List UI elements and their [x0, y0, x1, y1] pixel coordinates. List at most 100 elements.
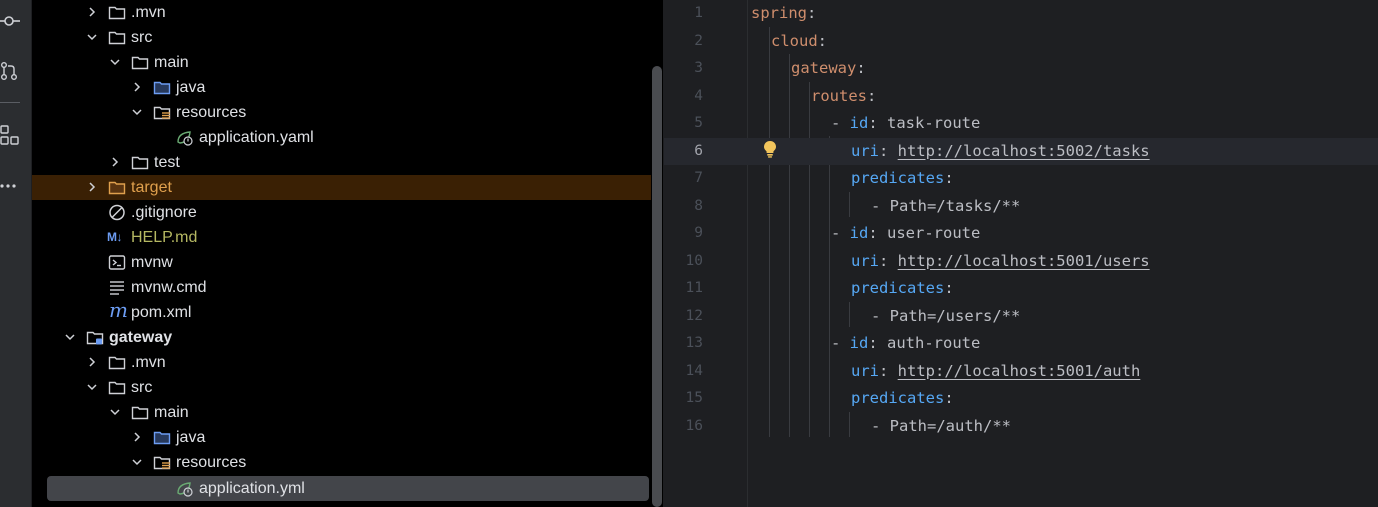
tree-item-label: gateway: [109, 329, 173, 346]
tree-item-help-md[interactable]: M↓ HELP.md: [32, 225, 652, 250]
yaml-key: uri: [851, 141, 879, 160]
line-number: 7: [694, 170, 703, 186]
chevron-down-icon[interactable]: [86, 31, 98, 43]
chevron-down-icon[interactable]: [86, 381, 98, 393]
yaml-colon: :: [867, 86, 877, 105]
chevron-right-icon[interactable]: [86, 356, 98, 368]
tree-item-java[interactable]: java: [32, 425, 652, 450]
tree-item-gateway-module[interactable]: gateway: [32, 325, 652, 350]
code-line: 3 gateway:: [664, 55, 1378, 83]
tree-item-src[interactable]: src: [32, 25, 652, 50]
code-line: 4 routes:: [664, 83, 1378, 111]
tree-item-mvn[interactable]: .mvn: [32, 350, 652, 375]
code-line: 10 uri: http://localhost:5001/users: [664, 248, 1378, 276]
code-line: 11 predicates:: [664, 275, 1378, 303]
chevron-down-icon[interactable]: [109, 406, 121, 418]
chevron-right-icon[interactable]: [109, 156, 121, 168]
tree-item-main[interactable]: main: [32, 50, 652, 75]
yaml-key: predicates: [851, 389, 945, 407]
pull-requests-icon[interactable]: [0, 61, 20, 81]
spring-config-icon: [177, 482, 193, 497]
maven-icon: m: [109, 298, 128, 322]
yaml-url-value[interactable]: http://localhost:5001/users: [898, 252, 1150, 270]
yaml-colon: :: [944, 279, 954, 297]
yaml-key: uri: [851, 361, 879, 380]
tree-item-pom-xml[interactable]: m pom.xml: [32, 298, 652, 325]
yaml-colon: :: [868, 334, 888, 352]
chevron-right-icon[interactable]: [131, 81, 143, 93]
yaml-dash: -: [831, 114, 850, 132]
line-number: 9: [694, 225, 703, 241]
chevron-right-icon[interactable]: [86, 6, 98, 18]
tree-item-src[interactable]: src: [32, 375, 652, 400]
code-line: 13 - id: auth-route: [664, 330, 1378, 358]
chevron-down-icon[interactable]: [131, 106, 143, 118]
tree-scrollbar-thumb[interactable]: [652, 66, 662, 507]
yaml-url-value[interactable]: http://localhost:5002/tasks: [898, 142, 1150, 160]
more-tools-icon[interactable]: [0, 176, 20, 196]
yaml-dash: -: [831, 224, 850, 242]
yaml-dash: -: [871, 196, 890, 215]
yaml-key: predicates: [851, 279, 945, 297]
resources-folder-icon: [153, 456, 171, 470]
line-number: 12: [685, 307, 703, 324]
chevron-right-icon[interactable]: [131, 431, 143, 443]
tree-item-java[interactable]: java: [32, 75, 652, 100]
yaml-colon: :: [856, 59, 866, 77]
tree-item-mvnw[interactable]: mvnw: [32, 250, 652, 275]
code-line: 16 - Path=/auth/**: [664, 413, 1378, 441]
line-number: 16: [685, 417, 703, 434]
yaml-value: Path=/auth/**: [889, 416, 1011, 435]
resources-folder-icon: [153, 106, 171, 120]
yaml-key: routes: [811, 86, 867, 105]
lightbulb-icon[interactable]: [762, 140, 778, 158]
tree-item-resources[interactable]: resources: [32, 100, 652, 125]
tree-item-test[interactable]: test: [32, 150, 652, 175]
module-folder-icon: [86, 331, 104, 345]
yaml-dash: -: [871, 416, 890, 435]
tree-item-resources[interactable]: resources: [32, 450, 652, 475]
tree-item-target[interactable]: target: [32, 175, 663, 200]
tree-item-main[interactable]: main: [32, 400, 652, 425]
yaml-colon: :: [879, 141, 898, 160]
tree-item-gitignore[interactable]: .gitignore: [32, 200, 652, 225]
yaml-key: id: [849, 334, 869, 352]
yaml-colon: :: [879, 251, 898, 270]
yaml-dash: -: [831, 334, 850, 352]
yaml-value: auth-route: [887, 334, 981, 352]
code-line: 5 - id: task-route: [664, 110, 1378, 138]
tree-item-label: test: [154, 154, 180, 171]
yaml-key: uri: [851, 251, 879, 270]
code-line: 1 spring:: [664, 0, 1378, 28]
yaml-url-value[interactable]: http://localhost:5001/auth: [898, 362, 1141, 380]
tree-item-label: main: [154, 404, 189, 421]
chevron-down-icon[interactable]: [64, 331, 76, 343]
activity-bar: [0, 0, 32, 507]
chevron-down-icon[interactable]: [131, 456, 143, 468]
folder-icon: [131, 406, 149, 420]
tree-item-label: mvnw.cmd: [131, 279, 207, 296]
tree-item-label: application.yml: [199, 480, 305, 497]
tree-item-mvn[interactable]: .mvn: [32, 0, 652, 25]
folder-icon: [108, 381, 126, 395]
tree-item-application-yaml[interactable]: application.yaml: [32, 125, 652, 150]
yaml-value: Path=/tasks/**: [889, 196, 1021, 215]
line-number: 2: [694, 32, 703, 49]
tree-item-label: HELP.md: [131, 229, 198, 246]
tree-item-label: mvnw: [131, 254, 173, 271]
yaml-key: cloud: [771, 31, 818, 50]
yaml-colon: :: [944, 169, 954, 187]
line-number: 10: [685, 252, 703, 269]
yaml-key: id: [849, 224, 869, 242]
tree-item-mvnw-cmd[interactable]: mvnw.cmd: [32, 275, 652, 300]
code-editor[interactable]: 1 spring: 2 cloud: 3 gateway: 4 routes: …: [664, 0, 1378, 507]
tree-item-application-yml[interactable]: application.yml: [47, 476, 649, 501]
commit-icon[interactable]: [0, 11, 20, 31]
code-line: 9 - id: user-route: [664, 220, 1378, 248]
line-number: 14: [685, 362, 703, 379]
source-folder-icon: [153, 81, 171, 95]
chevron-right-icon[interactable]: [86, 181, 98, 193]
structure-icon[interactable]: [0, 125, 20, 145]
yaml-key: gateway: [791, 59, 857, 77]
chevron-down-icon[interactable]: [109, 56, 121, 68]
